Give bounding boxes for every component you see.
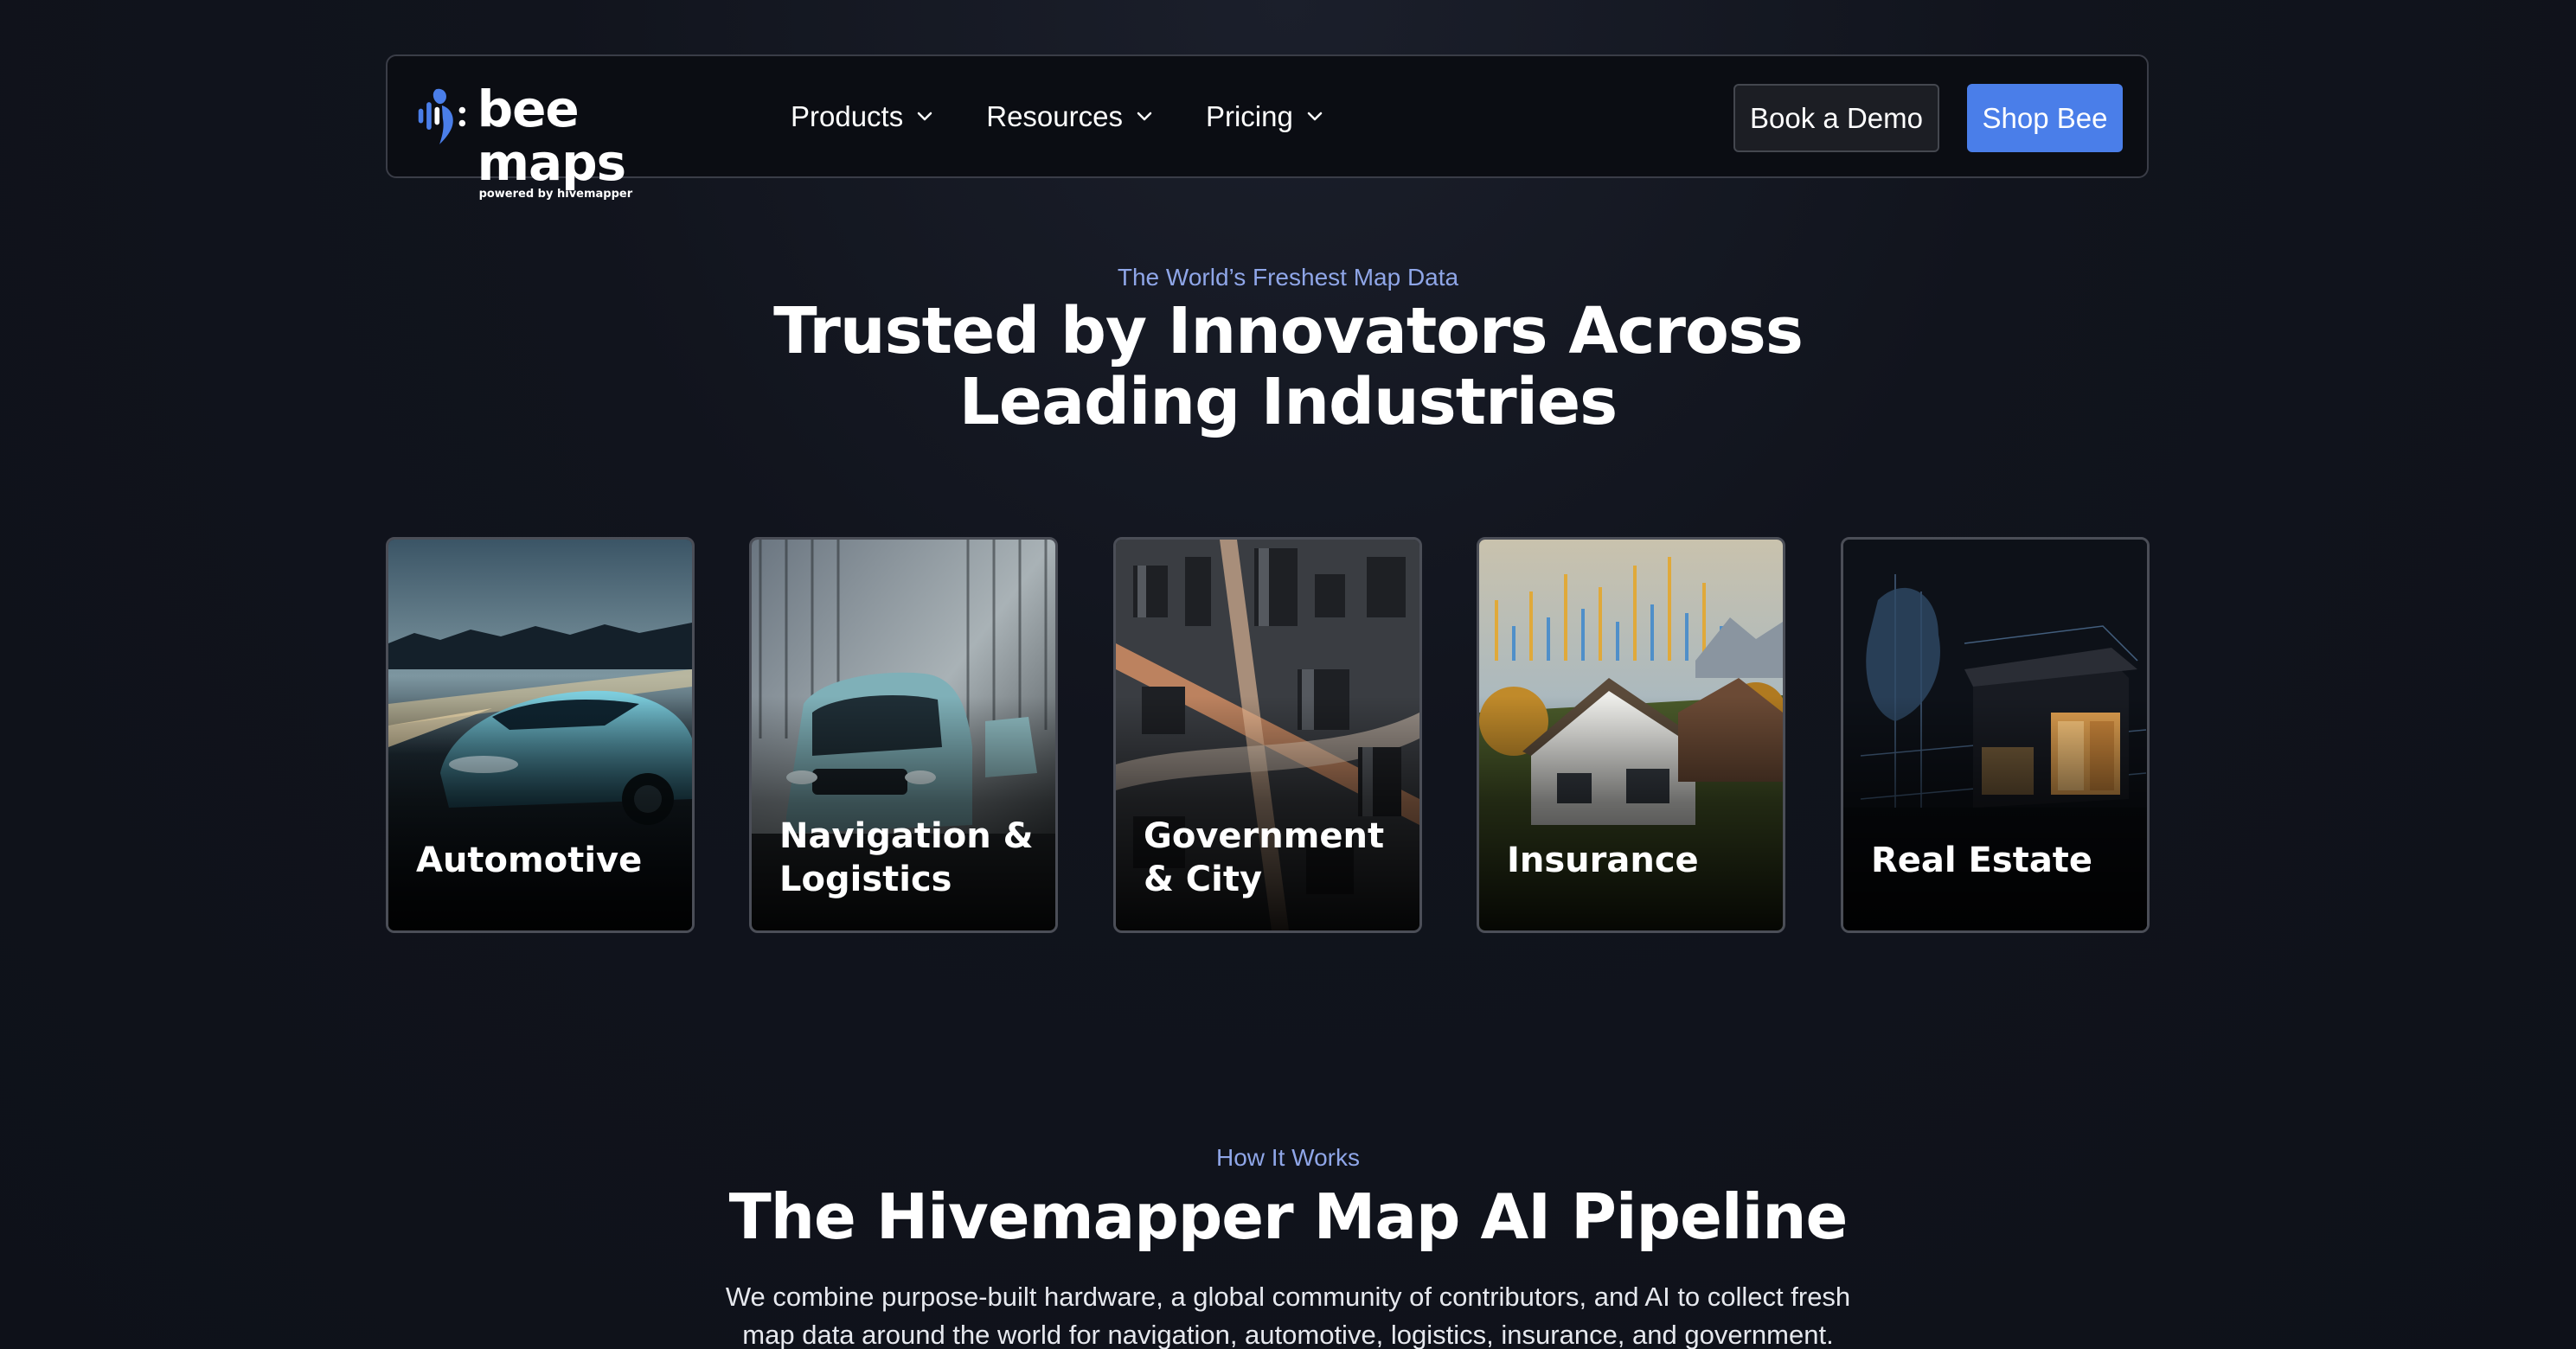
page: bee maps powered by hivemapper Products …	[0, 0, 2576, 1349]
industry-label: Navigation & Logistics	[779, 816, 1034, 899]
industry-card-government-city[interactable]: Government & City	[1113, 537, 1422, 933]
hero-eyebrow: The World’s Freshest Map Data	[1117, 264, 1459, 291]
industry-card-insurance[interactable]: Insurance	[1477, 537, 1785, 933]
how-description: We combine purpose-built hardware, a glo…	[682, 1278, 1894, 1349]
nav-label-products: Products	[791, 99, 904, 132]
how-title: The Hivemapper Map AI Pipeline	[728, 1180, 1849, 1253]
shop-bee-button[interactable]: Shop Bee	[1967, 84, 2123, 152]
industry-cards: Automotive Navigation & Logistics Govern…	[386, 537, 2150, 935]
bee-maps-logo[interactable]: bee maps powered by hivemapper	[415, 82, 727, 201]
nav-label-resources: Resources	[986, 99, 1123, 132]
nav-item-resources[interactable]: Resources	[986, 100, 1152, 133]
how-description-line1: We combine purpose-built hardware, a glo…	[725, 1282, 1851, 1312]
book-demo-button[interactable]: Book a Demo	[1733, 84, 1939, 152]
industry-card-real-estate[interactable]: Real Estate	[1841, 537, 2150, 933]
top-navbar: bee maps powered by hivemapper Products …	[386, 54, 2149, 201]
logo-wordmark: bee maps	[477, 80, 627, 192]
chevron-down-icon	[917, 112, 932, 120]
industry-label: Automotive	[416, 841, 643, 880]
how-description-line2: map data around the world for navigation…	[742, 1320, 1834, 1349]
how-eyebrow: How It Works	[1216, 1144, 1360, 1171]
industry-label: Insurance	[1507, 841, 1699, 880]
chevron-down-icon	[1137, 112, 1152, 120]
nav-label-pricing: Pricing	[1205, 99, 1293, 132]
logo-tagline: powered by hivemapper	[478, 188, 633, 201]
industry-card-automotive[interactable]: Automotive	[386, 537, 695, 933]
industry-card-navigation-logistics[interactable]: Navigation & Logistics	[749, 537, 1058, 933]
hero-title: Trusted by Innovators Across Leading Ind…	[0, 296, 2576, 438]
industry-label: Real Estate	[1871, 841, 2093, 880]
hero-title-line1: Trusted by Innovators Across	[773, 294, 1804, 368]
chevron-down-icon	[1307, 112, 1323, 120]
main-nav: Products Resources Pricing	[791, 56, 1376, 176]
nav-item-pricing[interactable]: Pricing	[1206, 100, 1323, 133]
industry-label: Government & City	[1144, 816, 1385, 899]
hero-title-line2: Leading Industries	[958, 365, 1618, 439]
nav-item-products[interactable]: Products	[791, 100, 932, 133]
bee-logo-icon	[418, 88, 466, 144]
